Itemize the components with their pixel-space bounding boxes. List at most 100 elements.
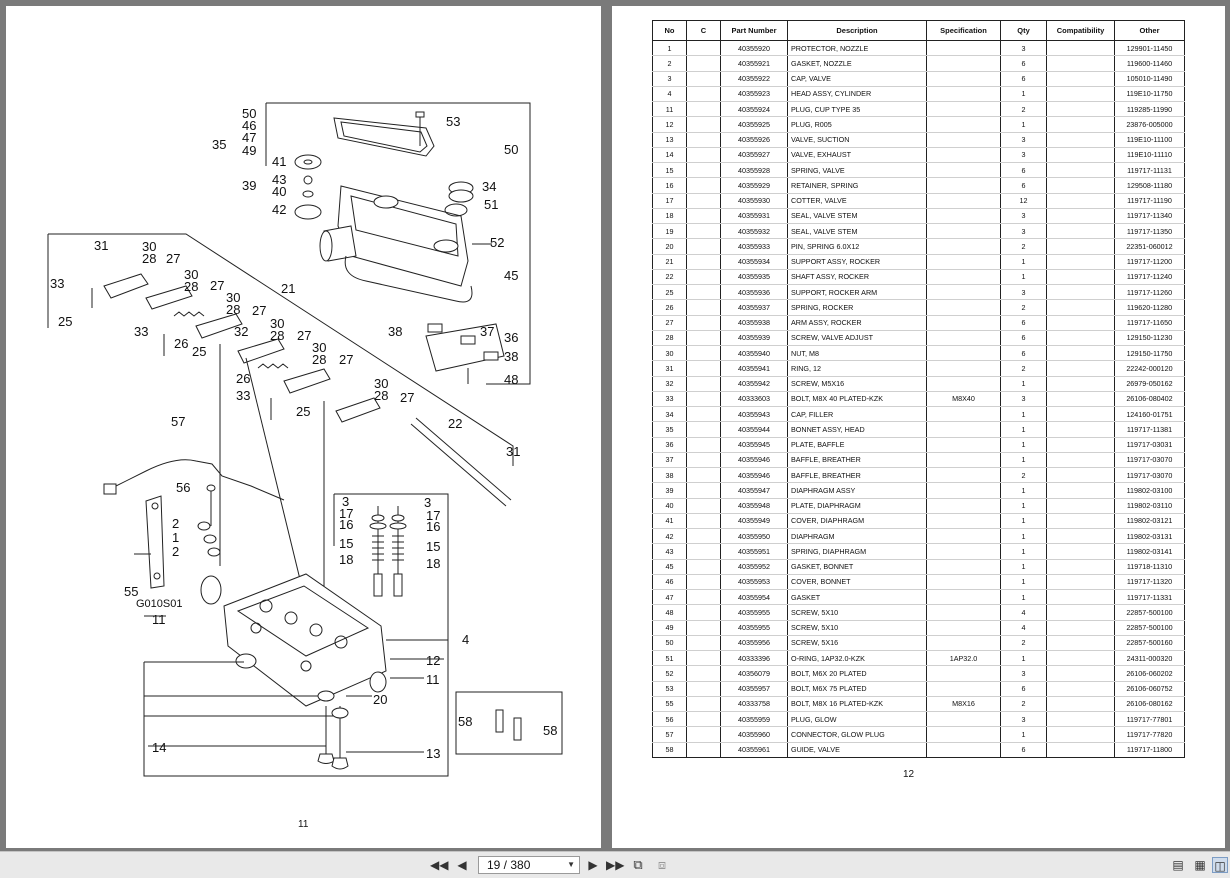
callout-28e: 28 (312, 352, 326, 367)
cell-description: GASKET (787, 589, 927, 606)
cell-compatibility (1046, 238, 1115, 255)
cell-no: 53 (652, 681, 687, 697)
cell-qty: 4 (1000, 620, 1047, 636)
fit-icon[interactable]: ⧈ (654, 857, 670, 873)
chevron-down-icon[interactable]: ▼ (567, 857, 575, 873)
cell-specification (926, 742, 1001, 758)
rotate-icon[interactable]: ⧉ (630, 857, 646, 873)
cell-c (686, 742, 721, 758)
cell-specification (926, 406, 1001, 423)
cell-compatibility (1046, 742, 1115, 758)
cell-no: 57 (652, 726, 687, 743)
prev-page-icon[interactable]: ◀ (454, 857, 470, 873)
callout-25c: 25 (296, 404, 310, 419)
callout-18a: 18 (339, 552, 353, 567)
cell-no: 13 (652, 132, 687, 148)
cell-c (686, 543, 721, 560)
cell-c (686, 726, 721, 743)
cell-specification (926, 437, 1001, 453)
cell-compatibility (1046, 574, 1115, 591)
last-page-icon[interactable]: ▶▶ (606, 857, 624, 873)
cell-part-number: 40355952 (720, 559, 788, 575)
cell-description: O-RING, 1AP32.0-KZK (787, 650, 927, 667)
cell-c (686, 513, 721, 530)
col-header-other: Other (1114, 20, 1185, 41)
cell-part-number: 40355920 (720, 40, 788, 57)
cell-part-number: 40355929 (720, 177, 788, 194)
cell-qty: 2 (1000, 101, 1047, 118)
page-indicator-input[interactable]: 19 / 380 ▼ (478, 856, 580, 874)
cell-specification (926, 452, 1001, 469)
cell-compatibility (1046, 299, 1115, 316)
cell-part-number: 40355957 (720, 681, 788, 697)
cell-no: 40 (652, 498, 687, 514)
cell-no: 1 (652, 40, 687, 57)
callout-48: 48 (504, 372, 518, 387)
cell-qty: 3 (1000, 223, 1047, 240)
cell-other: 119717-77801 (1114, 711, 1185, 728)
callout-27a: 27 (166, 251, 180, 266)
next-page-icon[interactable]: ▶ (585, 857, 601, 873)
cell-qty: 6 (1000, 742, 1047, 758)
cell-specification (926, 345, 1001, 362)
table-row: 43 40355951 SPRING, DIAPHRAGM 1 119802-03141 (652, 543, 1185, 560)
cell-description: CAP, FILLER (787, 406, 927, 423)
first-page-icon[interactable]: ◀◀ (430, 857, 448, 873)
callout-58a: 58 (458, 714, 472, 729)
viewer-toolbar: ◀◀ ◀ 19 / 380 ▼ ▶ ▶▶ ⧉ ⧈ ▤ ▦ ◫ (0, 851, 1230, 878)
cell-compatibility (1046, 437, 1115, 453)
callout-13: 13 (426, 746, 440, 761)
cell-no: 12 (652, 116, 687, 133)
parts-table-body: 1 40355920 PROTECTOR, NOZZLE 3 129901-11450 2… (652, 40, 1185, 758)
cell-qty: 2 (1000, 360, 1047, 377)
cell-other: 129150-11750 (1114, 345, 1185, 362)
cell-part-number: 40355960 (720, 726, 788, 743)
cell-c (686, 55, 721, 72)
cell-description: HEAD ASSY, CYLINDER (787, 86, 927, 103)
cell-c (686, 391, 721, 408)
cell-description: SCREW, 5X16 (787, 635, 927, 652)
callout-28a: 28 (142, 251, 156, 266)
continuous-icon[interactable]: ▦ (1192, 857, 1208, 873)
cell-qty: 6 (1000, 71, 1047, 87)
cell-c (686, 376, 721, 392)
cell-c (686, 330, 721, 347)
callout-27f: 27 (400, 390, 414, 405)
cell-part-number: 40355946 (720, 467, 788, 484)
cell-description: DIAPHRAGM (787, 528, 927, 545)
callout-22: 22 (448, 416, 462, 431)
cell-compatibility (1046, 55, 1115, 72)
cell-no: 33 (652, 391, 687, 408)
cell-part-number: 40355943 (720, 406, 788, 423)
cell-specification (926, 528, 1001, 545)
cell-c (686, 223, 721, 240)
cell-qty: 6 (1000, 55, 1047, 72)
cell-no: 36 (652, 437, 687, 453)
cell-compatibility (1046, 391, 1115, 408)
cell-part-number: 40355953 (720, 574, 788, 591)
cell-qty: 3 (1000, 711, 1047, 728)
table-row: 28 40355939 SCREW, VALVE ADJUST 6 129150-112… (652, 330, 1185, 347)
table-row: 32 40355942 SCREW, M5X16 1 26979-050162 (652, 376, 1185, 392)
cell-compatibility (1046, 284, 1115, 301)
cell-other: 119E10-11100 (1114, 132, 1185, 148)
two-page-icon[interactable]: ◫ (1212, 857, 1228, 873)
col-header-specification: Specification (926, 20, 1001, 41)
left-page-number: 11 (298, 819, 309, 830)
callout-28b: 28 (184, 279, 198, 294)
single-page-icon[interactable]: ▤ (1170, 857, 1186, 873)
callout-45: 45 (504, 268, 518, 283)
cell-description: GUIDE, VALVE (787, 742, 927, 758)
cell-no: 21 (652, 254, 687, 270)
cell-description: GASKET, BONNET (787, 559, 927, 575)
cell-description: CAP, VALVE (787, 71, 927, 87)
cell-other: 119802-03100 (1114, 482, 1185, 499)
cell-qty: 1 (1000, 498, 1047, 514)
cell-c (686, 345, 721, 362)
cell-other: 105010-11490 (1114, 71, 1185, 87)
table-row: 4 40355923 HEAD ASSY, CYLINDER 1 119E10-1175… (652, 86, 1185, 103)
cell-compatibility (1046, 223, 1115, 240)
col-header-qty: Qty (1000, 20, 1047, 41)
cell-compatibility (1046, 604, 1115, 621)
callout-31b: 31 (506, 444, 520, 459)
